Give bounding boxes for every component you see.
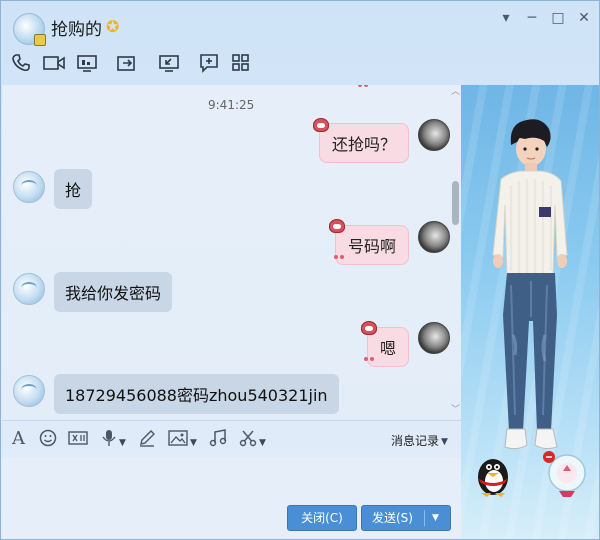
chat-scrollbar[interactable]: ︿ ﹀ — [450, 85, 461, 419]
decoration-icon — [358, 85, 368, 89]
close-window-button[interactable]: ✕ — [575, 9, 593, 27]
font-icon[interactable]: A — [12, 429, 25, 449]
gif-icon[interactable] — [67, 429, 89, 452]
message-bubble[interactable]: 18729456088密码zhou540321jin — [54, 374, 339, 414]
scroll-thumb[interactable] — [452, 181, 459, 225]
scroll-up-icon[interactable]: ︿ — [450, 87, 461, 97]
send-button-label: 发送(S) — [372, 511, 413, 525]
decoration-icon — [334, 255, 344, 261]
message-bubble[interactable]: 号码啊 — [334, 225, 409, 265]
close-button[interactable]: 关闭(C) — [287, 505, 357, 531]
remote-desktop-icon[interactable]: ▼ — [159, 53, 179, 98]
self-avatar[interactable] — [418, 322, 450, 354]
scroll-down-icon[interactable]: ﹀ — [450, 405, 461, 415]
message-history-label: 消息记录 — [391, 434, 440, 448]
music-icon[interactable] — [209, 429, 227, 452]
message-bubble[interactable]: 还抢吗？ — [318, 123, 409, 163]
whiteboard-icon[interactable] — [199, 53, 219, 77]
file-transfer-icon[interactable]: ▼ — [117, 53, 137, 98]
peer-avatar[interactable] — [13, 375, 45, 407]
input-toolbar: A ▼ ▼ ▼ 消息记录 ▼ — [2, 420, 461, 457]
minimize-button[interactable]: ─ — [523, 9, 541, 27]
video-icon[interactable] — [43, 53, 65, 77]
message-text: 嗯 — [379, 339, 396, 358]
screenshot-icon[interactable]: ▼ — [239, 429, 266, 453]
message-text: 号码啊 — [347, 237, 396, 256]
handwriting-icon[interactable] — [138, 429, 156, 452]
contact-name[interactable]: 抢购的 — [51, 15, 102, 40]
self-avatar[interactable] — [418, 119, 450, 151]
apps-icon[interactable]: ▼ — [231, 53, 251, 98]
bear-sticker-icon — [313, 118, 329, 132]
self-avatar[interactable] — [418, 221, 450, 253]
emoji-icon[interactable] — [39, 429, 57, 452]
chat-history[interactable]: 9:41:25 还抢吗？ 抢 号码啊 我给你发密码 嗯 18729456088密… — [2, 85, 461, 419]
peer-avatar[interactable] — [13, 171, 45, 203]
message-text: 18729456088密码zhou540321jin — [65, 386, 328, 405]
chat-window: 抢购的 ✪ ▾ ─ □ ✕ ▼ ▼ ▼ ▼ 9:41:25 — [0, 0, 600, 540]
decoration-icon — [364, 357, 374, 363]
avatar-show-panel — [461, 85, 599, 539]
message-text: 我给你发密码 — [65, 284, 162, 303]
voice-icon[interactable]: ▼ — [101, 429, 126, 453]
star-icon: ✪ — [106, 17, 120, 36]
bear-sticker-icon — [361, 321, 377, 335]
qq-penguin-icon[interactable] — [471, 455, 515, 497]
maximize-button[interactable]: □ — [549, 9, 567, 27]
message-bubble[interactable]: 抢 — [54, 169, 93, 209]
message-text: 还抢吗？ — [331, 135, 396, 154]
phone-icon[interactable] — [11, 53, 31, 77]
send-options-icon[interactable]: ▼ — [432, 506, 439, 530]
message-input[interactable]: 关闭(C) 发送(S) ▼ — [2, 457, 461, 539]
peer-avatar[interactable] — [13, 273, 45, 305]
message-history-link[interactable]: 消息记录 ▼ — [391, 432, 448, 449]
status-badge-icon — [34, 34, 46, 46]
crystal-ball-icon[interactable] — [543, 451, 591, 499]
bear-sticker-icon — [329, 219, 345, 233]
title-bar: 抢购的 ✪ ▾ ─ □ ✕ — [1, 1, 600, 47]
message-timestamp: 9:41:25 — [208, 98, 255, 112]
image-icon[interactable]: ▼ — [168, 429, 197, 453]
send-divider — [424, 510, 425, 526]
contact-avatar[interactable] — [13, 13, 46, 46]
message-text: 抢 — [65, 181, 82, 200]
dropdown-icon[interactable]: ▾ — [497, 9, 515, 27]
send-button[interactable]: 发送(S) ▼ — [361, 505, 451, 531]
screen-share-icon[interactable]: ▼ — [77, 53, 97, 98]
message-bubble[interactable]: 我给你发密码 — [54, 272, 173, 312]
